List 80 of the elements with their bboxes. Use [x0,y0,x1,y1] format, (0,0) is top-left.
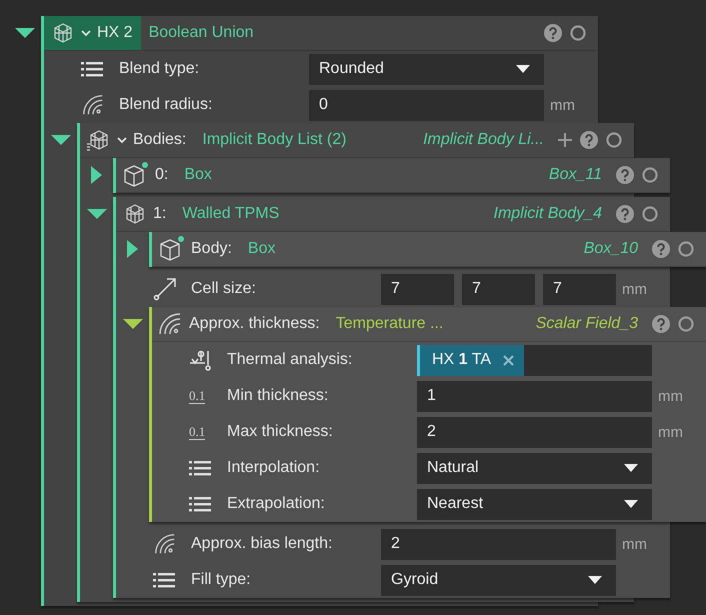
number-field[interactable]: 2 [417,416,652,448]
field-label: Cell size: [191,280,257,298]
collapse-arrow-icon[interactable] [14,28,34,38]
dropdown[interactable]: Rounded [309,54,544,84]
circle-icon[interactable] [570,25,586,41]
radius-icon [157,311,183,337]
number-field[interactable]: 0 [309,90,544,120]
dropdown[interactable]: Gyroid [381,564,616,596]
instance-name: Scalar Field_3 [536,315,638,333]
chevron-down-icon[interactable] [117,136,127,144]
caret-icon [624,464,638,472]
circle-icon[interactable] [678,241,694,257]
field-label: Extrapolation: [227,495,326,513]
node-type: Walled TPMS [182,205,280,223]
radius-icon [153,532,177,556]
help-icon[interactable] [652,315,670,333]
field-label: Min thickness: [227,387,330,405]
reference-field[interactable]: HX 1 TA [417,344,652,376]
caret-icon [624,500,638,508]
node-label: HX 2 [97,24,133,42]
caret-icon [516,65,530,73]
node-label: 0: [155,166,168,184]
list-icon [189,496,211,512]
dropdown[interactable]: Nearest [417,488,652,520]
help-icon[interactable] [616,166,634,184]
unit-label: mm [658,388,683,404]
instance-name: Implicit Body Li... [423,131,544,149]
help-icon[interactable] [544,24,562,42]
caret-icon [588,576,602,584]
field-label: Thermal analysis: [227,351,354,369]
node-label: Body: [191,240,232,258]
field-label: Fill type: [191,571,252,589]
instance-name: Box_11 [548,166,602,184]
node-label: 1: [153,205,166,223]
help-icon[interactable] [616,205,634,223]
expand-arrow-icon[interactable] [91,166,102,184]
circle-icon[interactable] [678,316,694,332]
circle-icon[interactable] [606,132,622,148]
list-icon [189,460,211,476]
collapse-arrow-icon[interactable] [86,209,106,219]
unit-label: mm [550,96,575,114]
node-type: Box [184,166,212,184]
node-label: Bodies: [133,131,186,149]
number-field[interactable]: 7 [381,274,454,304]
node-type: Boolean Union [148,24,254,42]
list-icon [153,572,175,588]
probe-icon [189,349,213,371]
add-button[interactable] [558,133,572,147]
collapse-arrow-icon[interactable] [50,135,70,145]
expand-arrow-icon[interactable] [127,240,138,258]
node-type: Implicit Body List (2) [202,131,346,149]
unit-label: mm [622,280,647,298]
field-label: Interpolation: [227,459,321,477]
help-icon[interactable] [580,131,598,149]
diagonal-arrow-icon [153,277,177,301]
field-label: Blend radius: [119,96,214,114]
help-icon[interactable] [652,240,670,258]
instance-name: Implicit Body_4 [494,205,602,223]
reference-tag[interactable]: HX 1 TA [417,344,524,376]
circle-icon[interactable] [642,167,658,183]
chevron-down-icon[interactable] [81,30,91,36]
list-icon [81,61,103,77]
unit-label: mm [658,424,683,440]
close-icon[interactable] [503,354,514,366]
number-field[interactable]: 1 [417,380,652,412]
field-label: Approx. bias length: [191,535,334,553]
number-field[interactable]: 7 [543,274,616,304]
node-label: Approx. thickness: [189,315,320,333]
number-field[interactable]: 7 [462,274,535,304]
radius-icon [81,93,105,117]
dropdown[interactable]: Natural [417,452,652,484]
instance-name: Box_10 [584,240,638,258]
node-type: Temperature ... [336,315,444,333]
field-label: Blend type: [119,60,200,78]
node-type: Box [248,240,276,258]
field-label: Max thickness: [227,423,334,441]
collapse-arrow-icon[interactable] [122,319,142,329]
number-field[interactable]: 2 [381,528,616,560]
circle-icon[interactable] [642,206,658,222]
unit-label: mm [622,536,647,552]
